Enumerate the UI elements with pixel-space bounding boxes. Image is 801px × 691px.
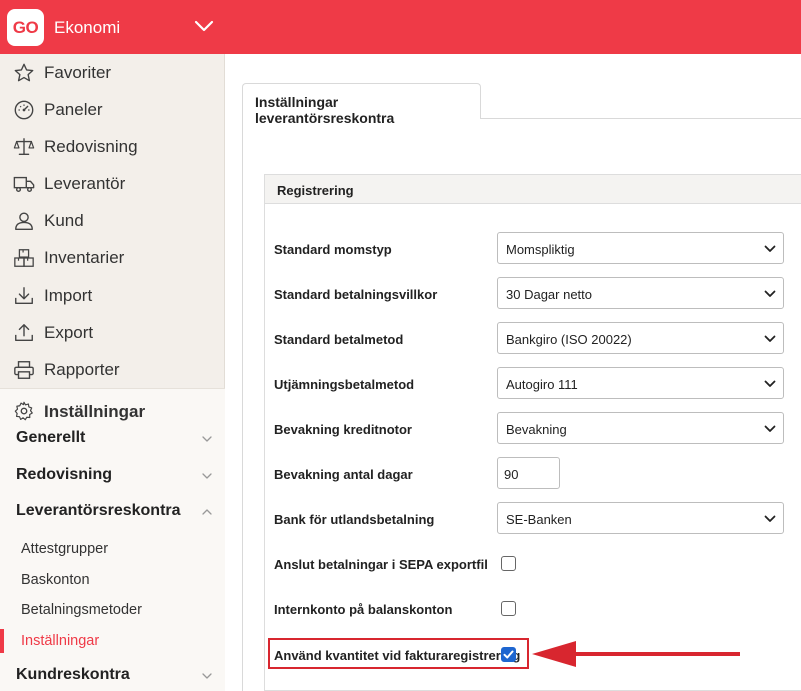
- settings-header[interactable]: Inställningar: [0, 397, 225, 425]
- section-title: Registrering: [277, 183, 354, 198]
- sub-item-label: Attestgrupper: [21, 541, 109, 557]
- sidebar: Favoriter Paneler Redovisning Leverantör…: [0, 54, 225, 691]
- chevron-down-icon: [764, 380, 776, 387]
- field-label: Standard betalningsvillkor: [274, 287, 438, 302]
- bank-utlandsbetalning-select[interactable]: SE-Banken: [497, 502, 784, 534]
- chevron-down-icon: [202, 473, 212, 479]
- chevron-down-icon: [764, 515, 776, 522]
- sidebar-item-label: Paneler: [44, 99, 103, 119]
- sub-item-baskonton[interactable]: Baskonton: [0, 566, 225, 594]
- group-label: Redovisning: [16, 466, 113, 483]
- chevron-down-icon: [764, 290, 776, 297]
- standard-betalmetod-select[interactable]: Bankgiro (ISO 20022): [497, 322, 784, 354]
- sepa-exportfil-checkbox[interactable]: [501, 556, 516, 571]
- sidebar-item-label: Kund: [44, 210, 84, 230]
- settings-label: Inställningar: [44, 402, 146, 421]
- select-value: SE-Banken: [506, 512, 572, 527]
- app-title[interactable]: Ekonomi: [54, 18, 120, 38]
- star-icon: [14, 63, 34, 81]
- sidebar-item-redovisning[interactable]: Redovisning: [0, 128, 225, 165]
- person-icon: [15, 212, 33, 230]
- sub-item-label: Baskonton: [21, 572, 90, 588]
- settings-group-redovisning[interactable]: Redovisning: [0, 460, 225, 490]
- settings-group-kundreskontra[interactable]: Kundreskontra: [0, 660, 225, 690]
- chevron-down-icon: [764, 335, 776, 342]
- sidebar-item-label: Import: [44, 285, 93, 305]
- group-label: Kundreskontra: [16, 666, 130, 683]
- sidebar-item-favoriter[interactable]: Favoriter: [0, 54, 225, 91]
- sidebar-item-label: Favoriter: [44, 62, 112, 82]
- chevron-down-icon[interactable]: [192, 14, 216, 38]
- truck-icon: [13, 176, 35, 192]
- field-label: Bank för utlandsbetalning: [274, 512, 435, 527]
- standard-momstyp-select[interactable]: Momspliktig: [497, 232, 784, 264]
- sidebar-item-label: Leverantör: [44, 173, 126, 193]
- group-label: Leverantörsreskontra: [16, 502, 181, 519]
- import-icon: [15, 286, 33, 304]
- sub-item-label: Betalningsmetoder: [21, 602, 142, 618]
- chevron-down-icon: [202, 673, 212, 679]
- boxes-icon: [14, 248, 34, 267]
- printer-icon: [14, 360, 34, 379]
- select-value: Bankgiro (ISO 20022): [506, 332, 632, 347]
- tab-installningar-leverantorsreskontra[interactable]: Inställningar leverantörsreskontra: [242, 83, 481, 126]
- field-label: Utjämningsbetalmetod: [274, 377, 415, 392]
- gauge-icon: [14, 100, 34, 119]
- sidebar-item-import[interactable]: Import: [0, 277, 225, 314]
- sub-item-attestgrupper[interactable]: Attestgrupper: [0, 535, 225, 563]
- field-label: Bevakning kreditnotor: [274, 422, 412, 437]
- bevakning-antal-dagar-input[interactable]: 90: [497, 457, 560, 489]
- sidebar-item-label: Rapporter: [44, 359, 120, 379]
- go-logo[interactable]: GO: [7, 9, 44, 46]
- select-value: 30 Dagar netto: [506, 287, 593, 302]
- settings-group-leverantorsreskontra[interactable]: Leverantörsreskontra: [0, 496, 225, 526]
- sub-item-betalningsmetoder[interactable]: Betalningsmetoder: [0, 596, 225, 624]
- chevron-up-icon: [202, 509, 212, 515]
- gear-icon: [14, 401, 33, 421]
- select-value: Bevakning: [506, 422, 567, 437]
- field-label: Anslut betalningar i SEPA exportfil: [274, 557, 488, 572]
- chevron-down-icon: [202, 436, 212, 442]
- settings-section: Inställningar Generellt Redovisning Leve…: [0, 388, 225, 691]
- scales-icon: [13, 137, 35, 155]
- group-label: Generellt: [16, 429, 86, 446]
- arrow-left-icon: [532, 641, 740, 667]
- card-header: Registrering: [265, 175, 801, 204]
- standard-betalningsvillkor-select[interactable]: 30 Dagar netto: [497, 277, 784, 309]
- top-bar: GO Ekonomi: [0, 0, 801, 54]
- settings-group-generellt[interactable]: Generellt: [0, 423, 225, 453]
- sidebar-item-leverantor[interactable]: Leverantör: [0, 165, 225, 202]
- field-label: Internkonto på balanskonton: [274, 602, 453, 617]
- sidebar-item-rapporter[interactable]: Rapporter: [0, 351, 225, 388]
- internkonto-checkbox[interactable]: [501, 601, 516, 616]
- field-label: Bevakning antal dagar: [274, 467, 413, 482]
- export-icon: [15, 323, 33, 341]
- select-value: Momspliktig: [506, 242, 575, 257]
- sub-item-installningar[interactable]: Inställningar: [0, 627, 225, 655]
- highlight-box: [268, 638, 529, 669]
- tab-label: Inställningar leverantörsreskontra: [255, 94, 395, 126]
- sidebar-item-inventarier[interactable]: Inventarier: [0, 239, 225, 276]
- sidebar-item-label: Export: [44, 322, 94, 342]
- main-content: Inställningar leverantörsreskontra Regis…: [226, 54, 801, 691]
- sidebar-item-paneler[interactable]: Paneler: [0, 91, 225, 128]
- field-label: Standard momstyp: [274, 242, 392, 257]
- sub-item-label: Inställningar: [21, 633, 100, 649]
- select-value: Autogiro 111: [506, 377, 578, 392]
- chevron-down-icon: [764, 425, 776, 432]
- sidebar-item-label: Inventarier: [44, 247, 125, 267]
- sidebar-item-kund[interactable]: Kund: [0, 202, 225, 239]
- input-value: 90: [504, 467, 519, 482]
- bevakning-kreditnotor-select[interactable]: Bevakning: [497, 412, 784, 444]
- chevron-down-icon: [764, 245, 776, 252]
- sidebar-item-export[interactable]: Export: [0, 314, 225, 351]
- field-label: Standard betalmetod: [274, 332, 404, 347]
- sidebar-item-label: Redovisning: [44, 136, 138, 156]
- utjamningsbetalmetod-select[interactable]: Autogiro 111: [497, 367, 784, 399]
